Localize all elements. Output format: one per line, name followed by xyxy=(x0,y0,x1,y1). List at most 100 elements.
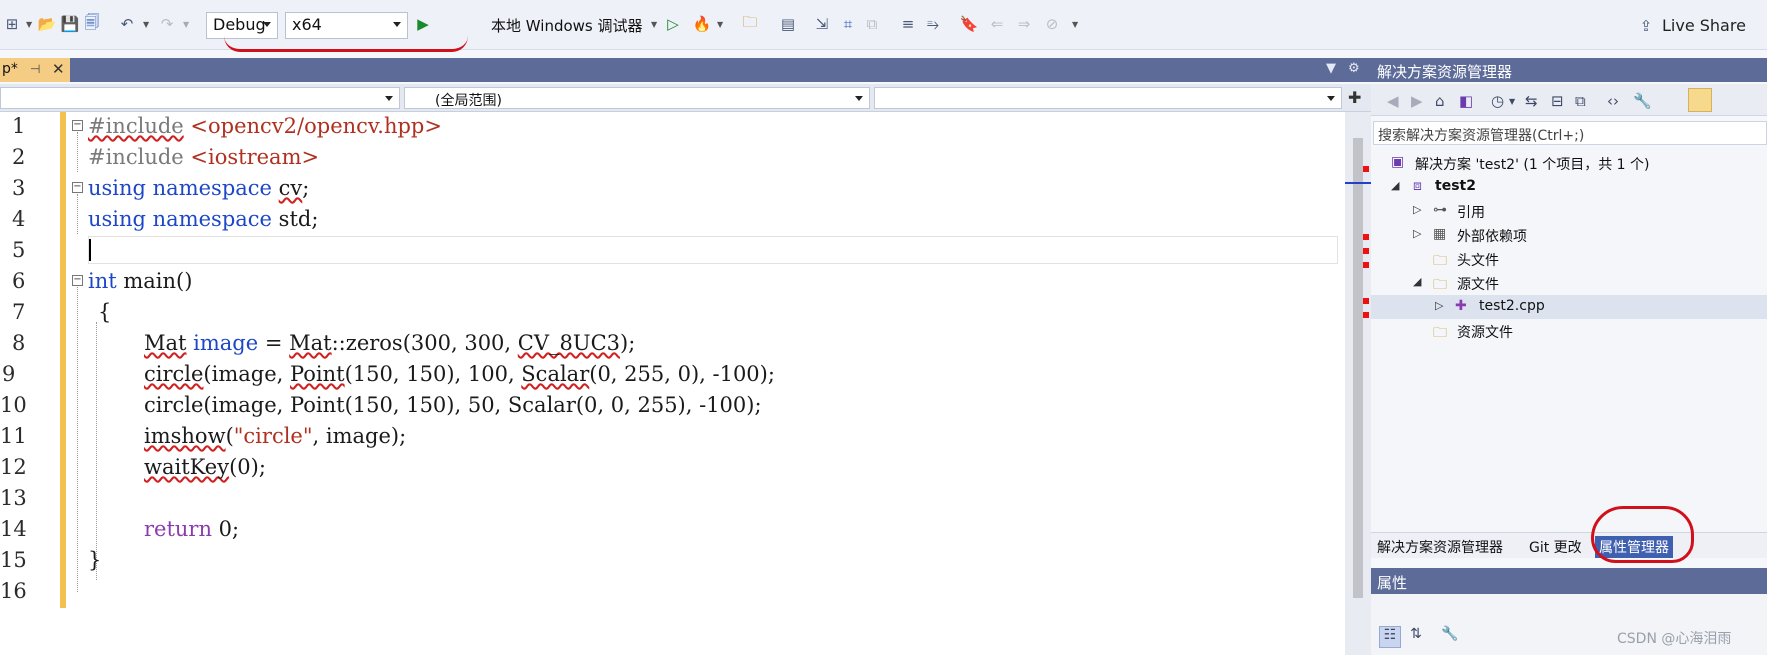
platform-value: x64 xyxy=(292,15,322,34)
tree-item-label: 头文件 xyxy=(1457,253,1499,269)
code-line-14: return 0; xyxy=(144,517,239,541)
configuration-select[interactable]: Debug xyxy=(206,12,278,39)
indent-guide xyxy=(96,322,97,580)
collapse-all-icon[interactable]: ⊟ xyxy=(1551,92,1564,110)
fold-guide xyxy=(77,287,78,592)
sync-icon[interactable]: ⇆ xyxy=(1525,92,1538,110)
editor-tab-bar: p* ⊣ ✕ ▼ ⚙ xyxy=(0,58,1371,82)
step-icon[interactable]: ⇲ xyxy=(812,14,832,34)
argument-token: , image); xyxy=(312,424,407,448)
project-scope-select[interactable] xyxy=(0,87,400,109)
start-without-debug-icon[interactable]: ▷ xyxy=(663,14,683,34)
collapsed-arrow-icon[interactable]: ▷ xyxy=(1413,203,1421,216)
code-line-8: Mat image = Mat::zeros(300, 300, CV_8UC3… xyxy=(144,331,635,355)
tree-item-header-files[interactable]: 🗀 头文件 xyxy=(1371,247,1767,271)
punctuation-token: ); xyxy=(620,331,636,355)
function-token: imshow xyxy=(144,424,226,448)
window-layout-icon[interactable]: ▤ xyxy=(778,14,798,34)
comment-icon[interactable]: ≡ xyxy=(898,14,918,34)
tab-git-changes[interactable]: Git 更改 xyxy=(1529,537,1582,557)
tab-list-dropdown-icon[interactable]: ▼ xyxy=(1326,61,1336,76)
pin-icon[interactable]: ⊣ xyxy=(30,62,40,76)
share-icon[interactable]: ⇪ xyxy=(1636,16,1656,36)
run-dropdown-icon[interactable]: ▼ xyxy=(651,20,657,29)
tab-solution-explorer[interactable]: 解决方案资源管理器 xyxy=(1377,537,1503,557)
hot-reload-icon[interactable]: 🔥 xyxy=(692,14,712,34)
pending-changes-dropdown-icon[interactable]: ▼ xyxy=(1509,97,1515,106)
tree-item-external-deps[interactable]: ▷ ▦ 外部依赖项 xyxy=(1371,223,1767,247)
folder-search-icon[interactable]: 🗀 xyxy=(740,13,760,34)
open-icon[interactable]: 📂 xyxy=(37,14,57,34)
undo-dropdown-icon[interactable]: ▼ xyxy=(143,20,149,29)
run-target-button[interactable]: 本地 Windows 调试器 xyxy=(491,15,643,36)
show-all-files-icon[interactable]: ⧉ xyxy=(1575,92,1586,110)
code-line-10: circle(image, Point(150, 150), 50, Scala… xyxy=(144,393,762,417)
switch-views-icon[interactable]: ◧ xyxy=(1459,92,1473,110)
home-icon[interactable]: ⌂ xyxy=(1435,92,1445,110)
member-select[interactable] xyxy=(874,87,1342,109)
solution-search-input[interactable]: 搜索解决方案资源管理器(Ctrl+;) xyxy=(1373,121,1767,145)
save-icon[interactable]: 💾 xyxy=(60,14,80,34)
solution-explorer-tab-strip: 解决方案资源管理器 Git 更改 属性管理器 xyxy=(1371,532,1767,558)
tree-item-project[interactable]: ◢ ⧈ test2 xyxy=(1371,175,1767,199)
global-scope-select[interactable]: (全局范围) xyxy=(404,87,870,109)
tree-item-label: 资源文件 xyxy=(1457,325,1513,341)
platform-select[interactable]: x64 xyxy=(285,12,408,39)
argument-token: (0, 255, 0), -100); xyxy=(589,362,775,386)
hot-reload-dropdown-icon[interactable]: ▼ xyxy=(717,20,723,29)
collapsed-arrow-icon[interactable]: ▷ xyxy=(1435,299,1443,312)
editor-scrollbar[interactable] xyxy=(1345,112,1371,655)
redo-dropdown-icon: ▼ xyxy=(183,20,190,29)
live-share-button[interactable]: Live Share xyxy=(1662,16,1746,35)
fold-collapse-icon[interactable]: − xyxy=(72,275,83,286)
code-editor[interactable]: 1 2 3 4 5 6 7 8 9 10 11 12 13 14 15 16 −… xyxy=(0,112,1345,655)
code-line-15: } xyxy=(88,548,102,572)
new-project-dropdown-icon[interactable]: ▼ xyxy=(26,20,32,29)
fold-collapse-icon[interactable]: − xyxy=(72,182,83,193)
cpp-file-icon: ✚ xyxy=(1455,298,1467,314)
uncomment-icon[interactable]: ⥱ xyxy=(923,14,943,34)
namespace-token: std; xyxy=(278,207,319,231)
undo-icon[interactable]: ↶ xyxy=(117,14,137,34)
tree-item-source-files[interactable]: ◢ 🗀 源文件 xyxy=(1371,271,1767,295)
new-project-icon[interactable]: ⊞ xyxy=(2,14,22,34)
copy-icon: ⧉ xyxy=(866,15,878,33)
run-icon[interactable]: ▶ xyxy=(413,14,433,34)
pending-changes-icon[interactable]: ◷ xyxy=(1491,92,1504,110)
view-code-icon[interactable]: ‹› xyxy=(1607,92,1619,110)
document-tab[interactable]: p* ⊣ ✕ xyxy=(0,58,70,82)
configuration-value: Debug xyxy=(213,15,266,34)
fold-collapse-icon[interactable]: − xyxy=(72,120,83,131)
scrollbar-thumb[interactable] xyxy=(1353,138,1363,598)
properties-wrench-icon[interactable]: 🔧 xyxy=(1633,92,1652,110)
bookmark-icon[interactable]: 🔖 xyxy=(959,14,979,34)
settings-gear-icon[interactable]: ⚙ xyxy=(1348,61,1360,76)
solution-explorer-title: 解决方案资源管理器 xyxy=(1371,58,1767,82)
expanded-arrow-icon[interactable]: ◢ xyxy=(1391,179,1399,192)
line-number: 15 xyxy=(0,548,27,572)
tree-item-resource-files[interactable]: 🗀 资源文件 xyxy=(1371,319,1767,343)
namespace-token: cv xyxy=(278,176,303,200)
alphabetical-icon[interactable]: ⇅ xyxy=(1405,626,1427,648)
line-number: 7 xyxy=(12,300,26,324)
categorized-icon[interactable]: ☷ xyxy=(1379,626,1401,648)
line-number: 11 xyxy=(0,424,27,448)
code-line-7: { xyxy=(98,300,112,324)
tree-item-test2-cpp[interactable]: ▷ ✚ test2.cpp xyxy=(1371,295,1767,319)
tree-item-label: 解决方案 'test2' (1 个项目，共 1 个) xyxy=(1415,157,1650,173)
code-line-2: #include <iostream> xyxy=(88,145,319,169)
collapsed-arrow-icon[interactable]: ▷ xyxy=(1413,227,1421,240)
global-scope-value: (全局范围) xyxy=(435,93,502,109)
split-editor-icon[interactable]: ✚ xyxy=(1348,88,1361,107)
preview-selected-icon[interactable] xyxy=(1688,88,1712,112)
toolbar-overflow-icon[interactable]: ▼ xyxy=(1072,20,1078,29)
tree-item-references[interactable]: ▷ ⊶ 引用 xyxy=(1371,199,1767,223)
expanded-arrow-icon[interactable]: ◢ xyxy=(1413,275,1421,288)
format-icon[interactable]: ⌗ xyxy=(838,14,858,34)
close-icon[interactable]: ✕ xyxy=(52,60,65,78)
punctuation-token: ( xyxy=(225,424,234,448)
tree-item-solution[interactable]: ▣ 解决方案 'test2' (1 个项目，共 1 个) xyxy=(1371,151,1767,175)
save-all-icon[interactable]: 🗐 xyxy=(82,13,102,34)
preprocessor-token: #include xyxy=(88,145,184,169)
line-number: 12 xyxy=(0,455,27,479)
